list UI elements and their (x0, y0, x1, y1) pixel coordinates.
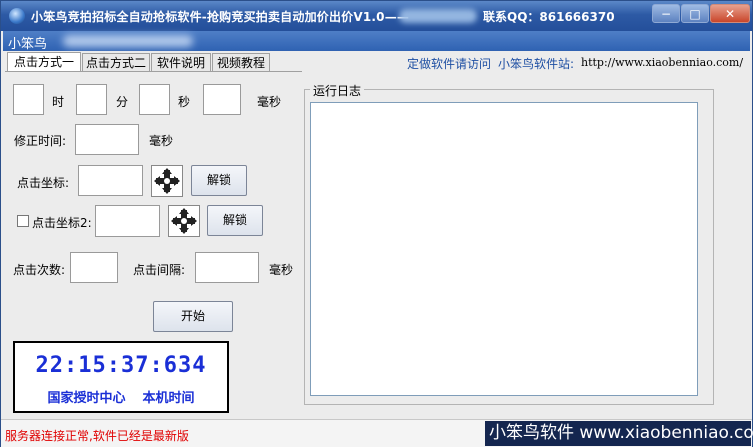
click-coord-label: 点击坐标: (17, 176, 70, 190)
site-label: 小笨鸟软件站: (498, 57, 575, 71)
unlock-button-1[interactable]: 解锁 (191, 165, 247, 196)
click-coord2-label: 点击坐标2: (32, 216, 92, 230)
title-bar[interactable]: 小笨鸟竞拍招标全自动抢标软件-抢购竞买拍卖自动加价出价V1.0—— 联系QQ：8… (1, 1, 752, 31)
tab-instructions[interactable]: 软件说明 (151, 53, 211, 71)
minimize-button[interactable]: − (652, 4, 680, 23)
clock-time: 22:15:37:634 (35, 353, 207, 378)
crosshair-move-icon[interactable] (151, 165, 183, 197)
unlock-button-2[interactable]: 解锁 (207, 205, 263, 236)
millisecond-label: 毫秒 (257, 95, 282, 109)
status-message: 服务器连接正常,软件已经是最新版 (5, 429, 189, 443)
start-button[interactable]: 开始 (153, 301, 233, 332)
site-url-link[interactable]: http://www.xiaobenniao.com/ (581, 56, 743, 69)
close-button[interactable]: ✕ (710, 4, 750, 23)
click-interval-input[interactable] (195, 252, 259, 283)
correction-time-label: 修正时间: (14, 134, 67, 148)
tabs-divider (5, 71, 302, 72)
correction-time-unit: 毫秒 (149, 134, 174, 148)
log-textarea[interactable] (310, 102, 698, 396)
click-count-input[interactable] (70, 252, 118, 283)
clock-panel: 22:15:37:634 国家授时中心 本机时间 (13, 341, 229, 413)
tab-click-mode-1[interactable]: 点击方式一 (7, 52, 81, 72)
second-label: 秒 (178, 95, 191, 109)
clock-source-labels: 国家授时中心 本机时间 (15, 387, 227, 406)
click-count-label: 点击次数: (13, 263, 66, 277)
banner-bar: 小笨鸟 (3, 31, 750, 52)
click-coord2-checkbox[interactable] (17, 215, 29, 227)
clock-source-ntsc[interactable]: 国家授时中心 (47, 391, 125, 406)
maximize-button[interactable]: □ (681, 4, 709, 23)
title-redacted-area (399, 9, 477, 23)
minute-label: 分 (116, 95, 129, 109)
crosshair-move-icon[interactable] (168, 205, 200, 237)
window-title: 小笨鸟竞拍招标全自动抢标软件-抢购竞买拍卖自动加价出价V1.0—— (31, 10, 410, 24)
tab-click-mode-2[interactable]: 点击方式二 (82, 53, 150, 71)
tab-video-tutorial[interactable]: 视频教程 (212, 53, 270, 71)
log-title: 运行日志 (310, 82, 365, 99)
banner-redacted-area (63, 35, 193, 47)
millisecond-input[interactable] (203, 84, 241, 115)
app-window: 小笨鸟竞拍招标全自动抢标软件-抢购竞买拍卖自动加价出价V1.0—— 联系QQ：8… (0, 0, 753, 447)
click-coord2-input[interactable] (95, 205, 160, 237)
banner-text: 小笨鸟 (8, 37, 48, 52)
click-coord-input[interactable] (78, 165, 143, 196)
hour-label: 时 (52, 95, 65, 109)
second-input[interactable] (139, 84, 170, 115)
app-globe-icon (9, 8, 25, 24)
custom-software-link[interactable]: 定做软件请访问 (407, 55, 491, 72)
click-interval-label: 点击间隔: (133, 263, 186, 277)
correction-time-input[interactable] (75, 124, 139, 155)
window-title-qq: 联系QQ：861666370 (483, 10, 615, 24)
brand-banner[interactable]: 小笨鸟软件 www.xiaobenniao.com (485, 421, 753, 446)
clock-source-local[interactable]: 本机时间 (143, 391, 195, 406)
minute-input[interactable] (76, 84, 107, 115)
hour-input[interactable] (13, 84, 44, 115)
click-interval-unit: 毫秒 (269, 263, 294, 277)
